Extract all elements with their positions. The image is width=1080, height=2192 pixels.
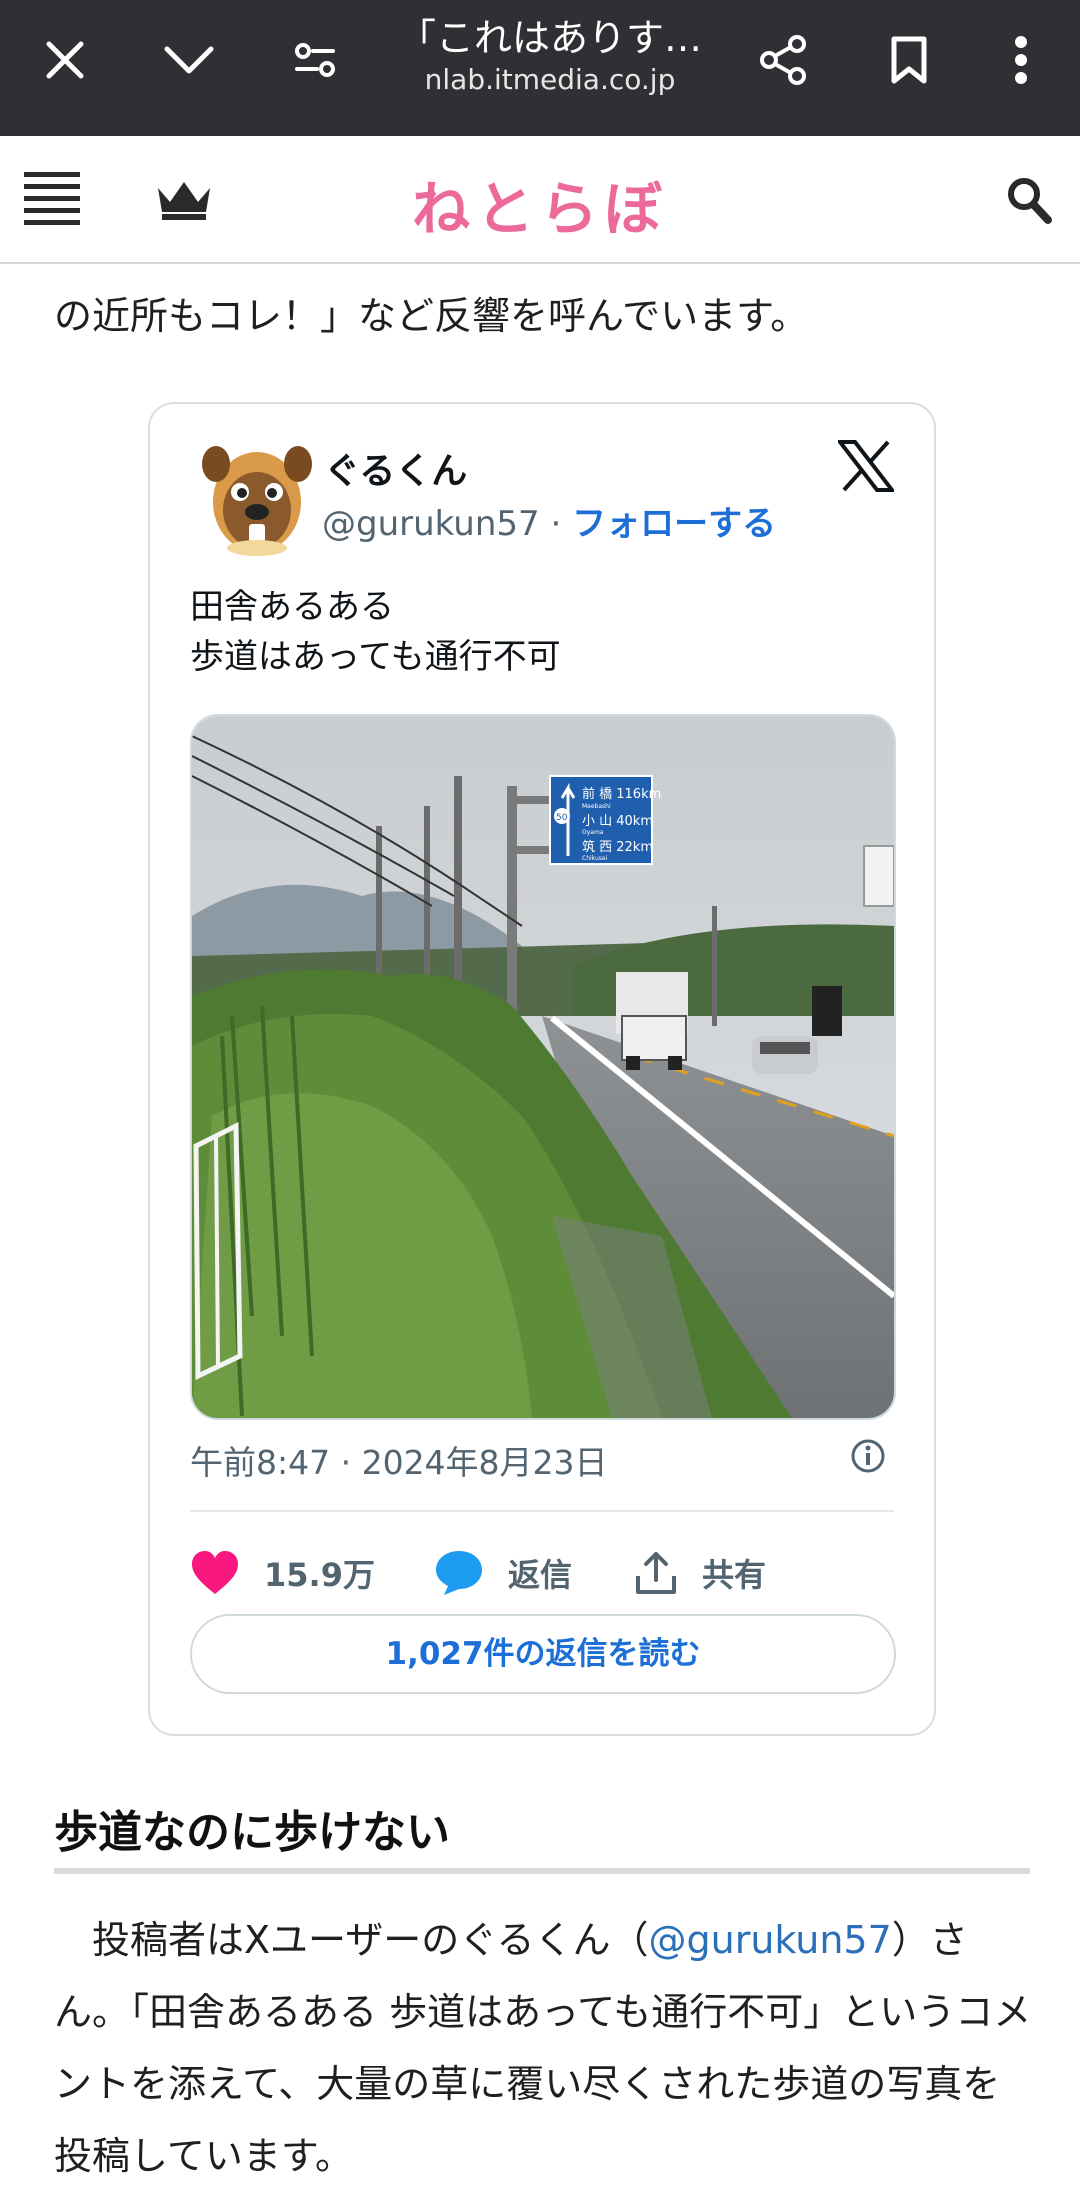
info-icon[interactable] [850, 1438, 886, 1478]
heading-underline [54, 1868, 1030, 1874]
tweet-text-line: 田舎あるある [190, 587, 394, 627]
chevron-down-icon[interactable] [134, 0, 244, 120]
tweet-photo[interactable]: 前 橋 116km Maebashi 小 山 40km Oyama 筑 西 22… [190, 714, 896, 1420]
tweet-text-line: 歩道はあっても通行不可 [190, 637, 561, 677]
reply-label: 返信 [508, 1556, 573, 1594]
site-logo[interactable]: ねとらぼ [0, 162, 1080, 246]
article-body: 投稿者はXユーザーのぐるくん（@gurukun57）さん。「田舎あるある 歩道は… [54, 1904, 1034, 2192]
sign-line1: 前 橋 116km [582, 786, 661, 802]
share-tweet-button[interactable]: 共有 [634, 1536, 766, 1610]
bookmark-icon[interactable] [854, 0, 964, 120]
more-vert-icon[interactable] [966, 0, 1076, 120]
reply-icon [436, 1551, 482, 1595]
embedded-tweet[interactable]: ぐるくん @gurukun57 · フォローする 田舎あるある 歩道はあっても通… [148, 402, 936, 1736]
sign-line2-sub: Oyama [582, 829, 604, 836]
reply-button[interactable]: 返信 [434, 1536, 572, 1610]
page-settings-icon[interactable] [260, 0, 370, 120]
tweet-actions: 15.9万 返信 共有 [190, 1536, 894, 1610]
page-title-area[interactable]: 「これはありす… nlab.itmedia.co.jp [370, 14, 730, 98]
user-link[interactable]: @gurukun57 [649, 1918, 892, 1962]
x-logo-icon[interactable] [835, 440, 897, 496]
article-intro: の近所もコレ！」など反響を呼んでいます。 [54, 294, 809, 338]
tweet-display-name[interactable]: ぐるくん [324, 442, 467, 494]
section-heading: 歩道なのに歩けない [54, 1807, 450, 1858]
sign-line1-sub: Maebashi [582, 803, 611, 810]
tweet-timestamp[interactable]: 午前8:47 · 2024年8月23日 [190, 1436, 608, 1484]
close-icon[interactable] [10, 0, 120, 120]
tweet-handle-row: @gurukun57 · フォローする [322, 496, 776, 545]
sign-line3: 筑 西 22km [582, 839, 653, 855]
page-url: nlab.itmedia.co.jp [424, 63, 676, 96]
sign-route: 50 [556, 813, 568, 823]
site-header: ねとらぼ [0, 136, 1080, 264]
sign-line3-sub: Chikusei [582, 855, 608, 862]
page-title: 「これはありす… [397, 16, 702, 60]
like-button[interactable]: 15.9万 [190, 1536, 375, 1610]
body-text: 投稿者はXユーザーのぐるくん（ [54, 1918, 649, 1962]
divider [190, 1510, 894, 1512]
heart-icon [192, 1551, 238, 1594]
follow-button[interactable]: フォローする [572, 504, 776, 544]
tweet-handle[interactable]: @gurukun57 [322, 504, 540, 544]
share-icon[interactable] [728, 0, 838, 120]
search-icon[interactable] [1006, 176, 1052, 228]
share-upload-icon [636, 1552, 676, 1594]
avatar[interactable] [202, 440, 312, 556]
read-replies-button[interactable]: 1,027件の返信を読む [190, 1614, 896, 1694]
sign-line2: 小 山 40km [582, 814, 653, 829]
tweet-text: 田舎あるある 歩道はあっても通行不可 [190, 582, 561, 682]
separator-dot: · [550, 504, 562, 544]
like-count: 15.9万 [264, 1556, 375, 1594]
share-label: 共有 [702, 1556, 767, 1594]
browser-toolbar: 「これはありす… nlab.itmedia.co.jp [0, 0, 1080, 136]
